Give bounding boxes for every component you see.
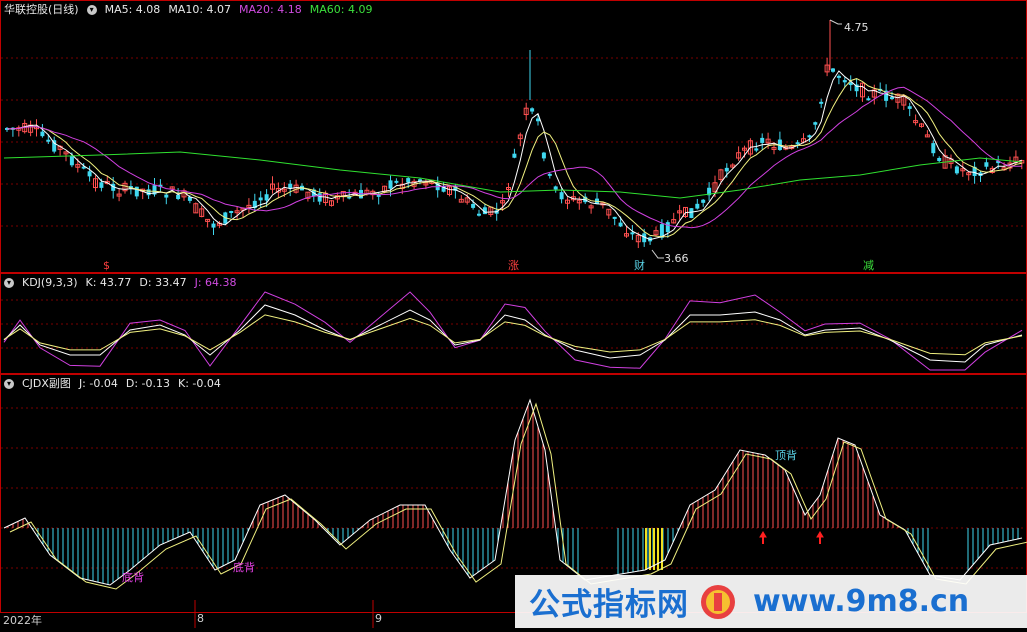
candle-body <box>553 186 558 190</box>
candle-body <box>907 106 912 109</box>
candle-body <box>477 213 481 216</box>
candle-body <box>264 194 269 201</box>
candle-body <box>258 197 263 201</box>
cjdx-k-value: K: -0.04 <box>178 377 221 390</box>
ma5-value: MA5: 4.08 <box>104 3 161 16</box>
candle-body <box>954 166 959 174</box>
kdj-k-value: K: 43.77 <box>85 276 132 289</box>
cjdx-d-value: D: -0.13 <box>125 377 170 390</box>
candle-body <box>559 192 564 200</box>
candle-body <box>937 158 942 162</box>
candle-body <box>890 97 894 100</box>
candle-body <box>229 211 234 214</box>
candle-body <box>288 183 293 189</box>
candle-body <box>134 186 139 197</box>
event-marker-rise[interactable]: 涨 <box>508 259 519 272</box>
candle-body <box>317 193 322 202</box>
candle-body <box>394 180 399 183</box>
watermark-url: www.9m8.cn <box>753 584 970 619</box>
settings-dot-icon[interactable]: ▾ <box>4 278 14 288</box>
candle-body <box>795 142 800 145</box>
candle-body <box>146 189 151 196</box>
bottom-divergence-label-1: 底背 <box>122 570 144 584</box>
candle-body <box>984 162 989 167</box>
candle-body <box>87 171 92 177</box>
candle-body <box>612 216 617 219</box>
candle-body <box>512 153 517 158</box>
stock-title[interactable]: 华联控股(日线) <box>4 2 79 18</box>
candle-body <box>69 156 74 166</box>
candle-body <box>164 194 169 198</box>
high-price-label: 4.75 <box>844 21 869 34</box>
kdj-panel-header: ▾ KDJ(9,3,3) K: 43.77 D: 33.47 J: 64.38 <box>4 275 237 291</box>
x-axis-label-august: 8 <box>197 612 204 625</box>
candle-body <box>689 208 694 218</box>
candle-body <box>724 167 729 172</box>
candle-body <box>388 180 393 189</box>
kdj-j-line <box>3 291 1023 371</box>
candle-body <box>530 108 535 112</box>
ma60-value: MA60: 4.09 <box>309 3 373 16</box>
candle-body <box>618 222 623 227</box>
candle-body <box>836 75 841 78</box>
chart-window: 4.75 3.66 $ 涨 财 减 底背 底背 顶背 华联控股(日线) ▾ MA… <box>0 0 1027 628</box>
kdj-d-line <box>3 314 1023 356</box>
kdj-d-value: D: 33.47 <box>139 276 187 289</box>
candle-body <box>211 223 216 228</box>
candle-body <box>40 131 45 137</box>
x-axis-label-year: 2022年 <box>3 614 42 627</box>
candle-body <box>754 148 759 151</box>
cjdx-indicator <box>3 398 1027 590</box>
watermark-banner: 公式指标网 www.9m8.cn <box>515 575 1027 628</box>
candle-body <box>866 98 871 101</box>
stock-chart-canvas[interactable]: 4.75 3.66 $ 涨 财 减 底背 底背 顶背 <box>0 0 1027 628</box>
event-marker-finance[interactable]: 财 <box>634 258 645 272</box>
candle-body <box>547 173 552 176</box>
candle-body <box>99 182 104 188</box>
candle-body <box>842 80 847 83</box>
candle-body <box>46 139 51 142</box>
candle-body <box>701 199 706 203</box>
candle-body <box>819 101 824 104</box>
settings-dot-icon[interactable]: ▾ <box>4 379 14 389</box>
candle-body <box>695 203 700 209</box>
candle-body <box>665 222 670 233</box>
candle-body <box>406 178 411 183</box>
month-separators <box>194 600 374 628</box>
up-arrow-icon <box>759 531 767 544</box>
ma20-value: MA20: 4.18 <box>239 3 302 16</box>
low-price-marker: 3.66 <box>651 249 689 265</box>
high-price-marker: 4.75 <box>829 19 869 34</box>
event-marker-dollar[interactable]: $ <box>103 259 110 272</box>
candle-body <box>541 152 546 159</box>
main-panel-header: 华联控股(日线) ▾ MA5: 4.08 MA10: 4.07 MA20: 4.… <box>4 2 372 18</box>
watermark-text: 公式指标网 <box>529 587 689 623</box>
kdj-title[interactable]: KDJ(9,3,3) <box>22 275 78 291</box>
candle-body <box>831 68 835 72</box>
cjdx-j-value: J: -0.04 <box>78 377 118 390</box>
candle-body <box>176 194 181 199</box>
candle-body <box>630 232 635 235</box>
x-axis-label-september: 9 <box>375 612 382 625</box>
candle-body <box>931 143 936 154</box>
candle-body <box>813 122 818 125</box>
ma10-value: MA10: 4.07 <box>168 3 232 16</box>
cjdx-title[interactable]: CJDX副图 <box>22 376 71 392</box>
cjdx-panel-header: ▾ CJDX副图 J: -0.04 D: -0.13 K: -0.04 <box>4 376 221 392</box>
top-divergence-label: 顶背 <box>775 448 797 462</box>
bottom-divergence-label-2: 底背 <box>233 560 255 574</box>
event-marker-reduce[interactable]: 减 <box>863 259 874 272</box>
watermark-seal-icon <box>701 584 735 619</box>
kdj-j-value: J: 64.38 <box>194 276 237 289</box>
candle-body <box>760 137 765 143</box>
candle-body <box>807 135 812 138</box>
up-arrow-icon <box>816 531 824 544</box>
low-price-label: 3.66 <box>664 252 689 265</box>
kdj-lines <box>3 291 1023 371</box>
candle-body <box>471 203 476 208</box>
settings-dot-icon[interactable]: ▾ <box>86 5 97 15</box>
candlesticks[interactable] <box>5 20 1025 249</box>
